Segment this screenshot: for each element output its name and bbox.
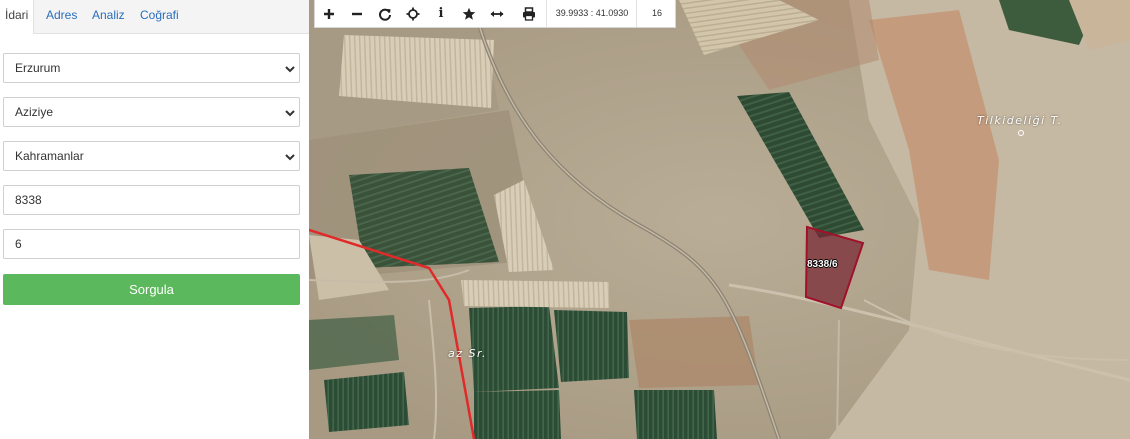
place-label: az Sr. bbox=[448, 347, 488, 360]
print-icon bbox=[523, 6, 535, 21]
block-number-input[interactable] bbox=[3, 185, 300, 215]
tab-cografi[interactable]: Coğrafi bbox=[140, 0, 179, 33]
satellite-map[interactable]: Tilkideliği T. az Sr. 8338/6 i 39.9933:… bbox=[309, 0, 1130, 439]
zoom-in-icon bbox=[324, 8, 334, 19]
zoom-out-button[interactable] bbox=[343, 0, 371, 27]
info-button[interactable]: i bbox=[427, 0, 455, 27]
zoom-level-readout: 16 bbox=[636, 0, 677, 27]
query-button[interactable]: Sorgula bbox=[3, 274, 300, 305]
map-toolbar: i 39.9933 : 41.0930 16 bbox=[314, 0, 676, 28]
tab-bar: İdari Adres Analiz Coğrafi bbox=[0, 0, 309, 34]
info-icon: i bbox=[438, 6, 444, 21]
satellite-imagery bbox=[309, 0, 1130, 439]
tab-adres[interactable]: Adres bbox=[46, 0, 77, 33]
tab-analiz[interactable]: Analiz bbox=[92, 0, 125, 33]
hill-label: Tilkideliği T. bbox=[977, 114, 1063, 127]
province-select[interactable]: Erzurum bbox=[3, 53, 300, 83]
district-select[interactable]: Aziziye bbox=[3, 97, 300, 127]
parcel-number-input[interactable] bbox=[3, 229, 300, 259]
refresh-icon bbox=[379, 8, 391, 21]
print-button[interactable] bbox=[515, 0, 543, 27]
measure-arrows-icon bbox=[490, 10, 504, 17]
locate-button[interactable] bbox=[399, 0, 427, 27]
measure-button[interactable] bbox=[483, 0, 511, 27]
coordinate-readout: 39.9933 : 41.0930 bbox=[546, 0, 637, 27]
tab-idari[interactable]: İdari bbox=[0, 0, 34, 34]
neighborhood-select[interactable]: Kahramanlar bbox=[3, 141, 300, 171]
locate-icon bbox=[406, 7, 420, 20]
favorite-button[interactable] bbox=[455, 0, 483, 27]
query-panel: İdari Adres Analiz Coğrafi Erzurum Azizi… bbox=[0, 0, 309, 439]
zoom-in-button[interactable] bbox=[315, 0, 343, 27]
star-icon bbox=[462, 7, 476, 20]
parcel-label: 8338/6 bbox=[807, 259, 838, 270]
refresh-button[interactable] bbox=[371, 0, 399, 27]
zoom-out-icon bbox=[352, 12, 362, 15]
